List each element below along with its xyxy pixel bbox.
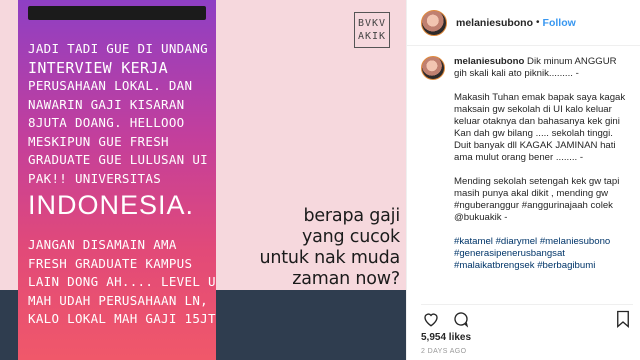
- caption-text: Makasih Tuhan emak bapak saya kagak maks…: [454, 92, 626, 127]
- story-line: KALO LOKAL MAH GAJI 15JT: [28, 311, 216, 326]
- action-bar: [421, 304, 633, 329]
- headline-line: zaman now?: [292, 269, 400, 289]
- likes-count[interactable]: 5,954 likes: [421, 332, 471, 343]
- caption-body: melaniesubono Dik minum ANGGUR gih skali…: [454, 56, 632, 272]
- post-sidebar: melaniesubono • Follow melaniesubono Dik…: [406, 0, 640, 360]
- story-line: GRADUATE GUE LULUSAN UI: [28, 152, 208, 167]
- caption: melaniesubono Dik minum ANGGUR gih skali…: [421, 56, 633, 272]
- bookmark-icon[interactable]: [613, 309, 633, 329]
- headline-line: berapa gaji: [303, 206, 400, 226]
- image-headline: berapa gaji yang cucok untuk nak muda za…: [248, 206, 400, 290]
- post-image[interactable]: JADI TADI GUE DI UNDANG INTERVIEW KERJA …: [0, 0, 406, 360]
- story-line: PAK!! UNIVERSITAS: [28, 170, 162, 186]
- story-line: 8JUTA DOANG. HELLOOO: [28, 115, 185, 130]
- headline-line: yang cucok: [301, 227, 400, 247]
- caption-username[interactable]: melaniesubono: [454, 56, 524, 67]
- comment-icon[interactable]: [451, 309, 471, 329]
- caption-text: Mending sekolah setengah kek gw tapi mas…: [454, 176, 620, 223]
- story-line: FRESH GRADUATE KAMPUS: [28, 255, 193, 271]
- story-text: JADI TADI GUE DI UNDANG INTERVIEW KERJA …: [28, 40, 216, 329]
- story-line: JANGAN DISAMAIN AMA: [28, 237, 177, 252]
- post-header: melaniesubono • Follow: [407, 0, 640, 46]
- caption-avatar[interactable]: [421, 56, 445, 80]
- story-screenshot: JADI TADI GUE DI UNDANG INTERVIEW KERJA …: [18, 0, 216, 360]
- headline-line: untuk nak muda: [259, 248, 400, 268]
- separator-dot: •: [536, 17, 540, 28]
- story-line: INTERVIEW KERJA: [28, 58, 168, 77]
- story-line-big: INDONESIA.: [28, 190, 195, 220]
- follow-button[interactable]: Follow: [543, 17, 576, 29]
- story-line: LAIN DONG AH.... LEVEL UI: [28, 274, 216, 289]
- story-line: NAWARIN GAJI KISARAN: [28, 96, 185, 112]
- avatar[interactable]: [421, 9, 447, 36]
- caption-hashtags[interactable]: #katamel #diarymel #melaniesubono #gener…: [454, 236, 632, 272]
- header-username[interactable]: melaniesubono: [456, 17, 533, 29]
- heart-icon[interactable]: [421, 309, 441, 329]
- brand-logo: BVKV AKIK: [354, 12, 390, 48]
- comments-section[interactable]: melaniesubono Dik minum ANGGUR gih skali…: [421, 56, 633, 296]
- redacted-username-bar: [28, 6, 206, 20]
- story-line: PERUSAHAAN LOKAL. DAN: [28, 78, 193, 93]
- timestamp: 2 DAYS AGO: [421, 348, 467, 355]
- story-line: MESKIPUN GUE FRESH: [28, 133, 169, 149]
- story-line: MAH UDAH PERUSAHAAN LN,: [28, 292, 208, 308]
- story-line: JADI TADI GUE DI UNDANG: [28, 41, 208, 56]
- caption-text: Kan dah gw bilang ..... sekolah tinggi. …: [454, 128, 616, 163]
